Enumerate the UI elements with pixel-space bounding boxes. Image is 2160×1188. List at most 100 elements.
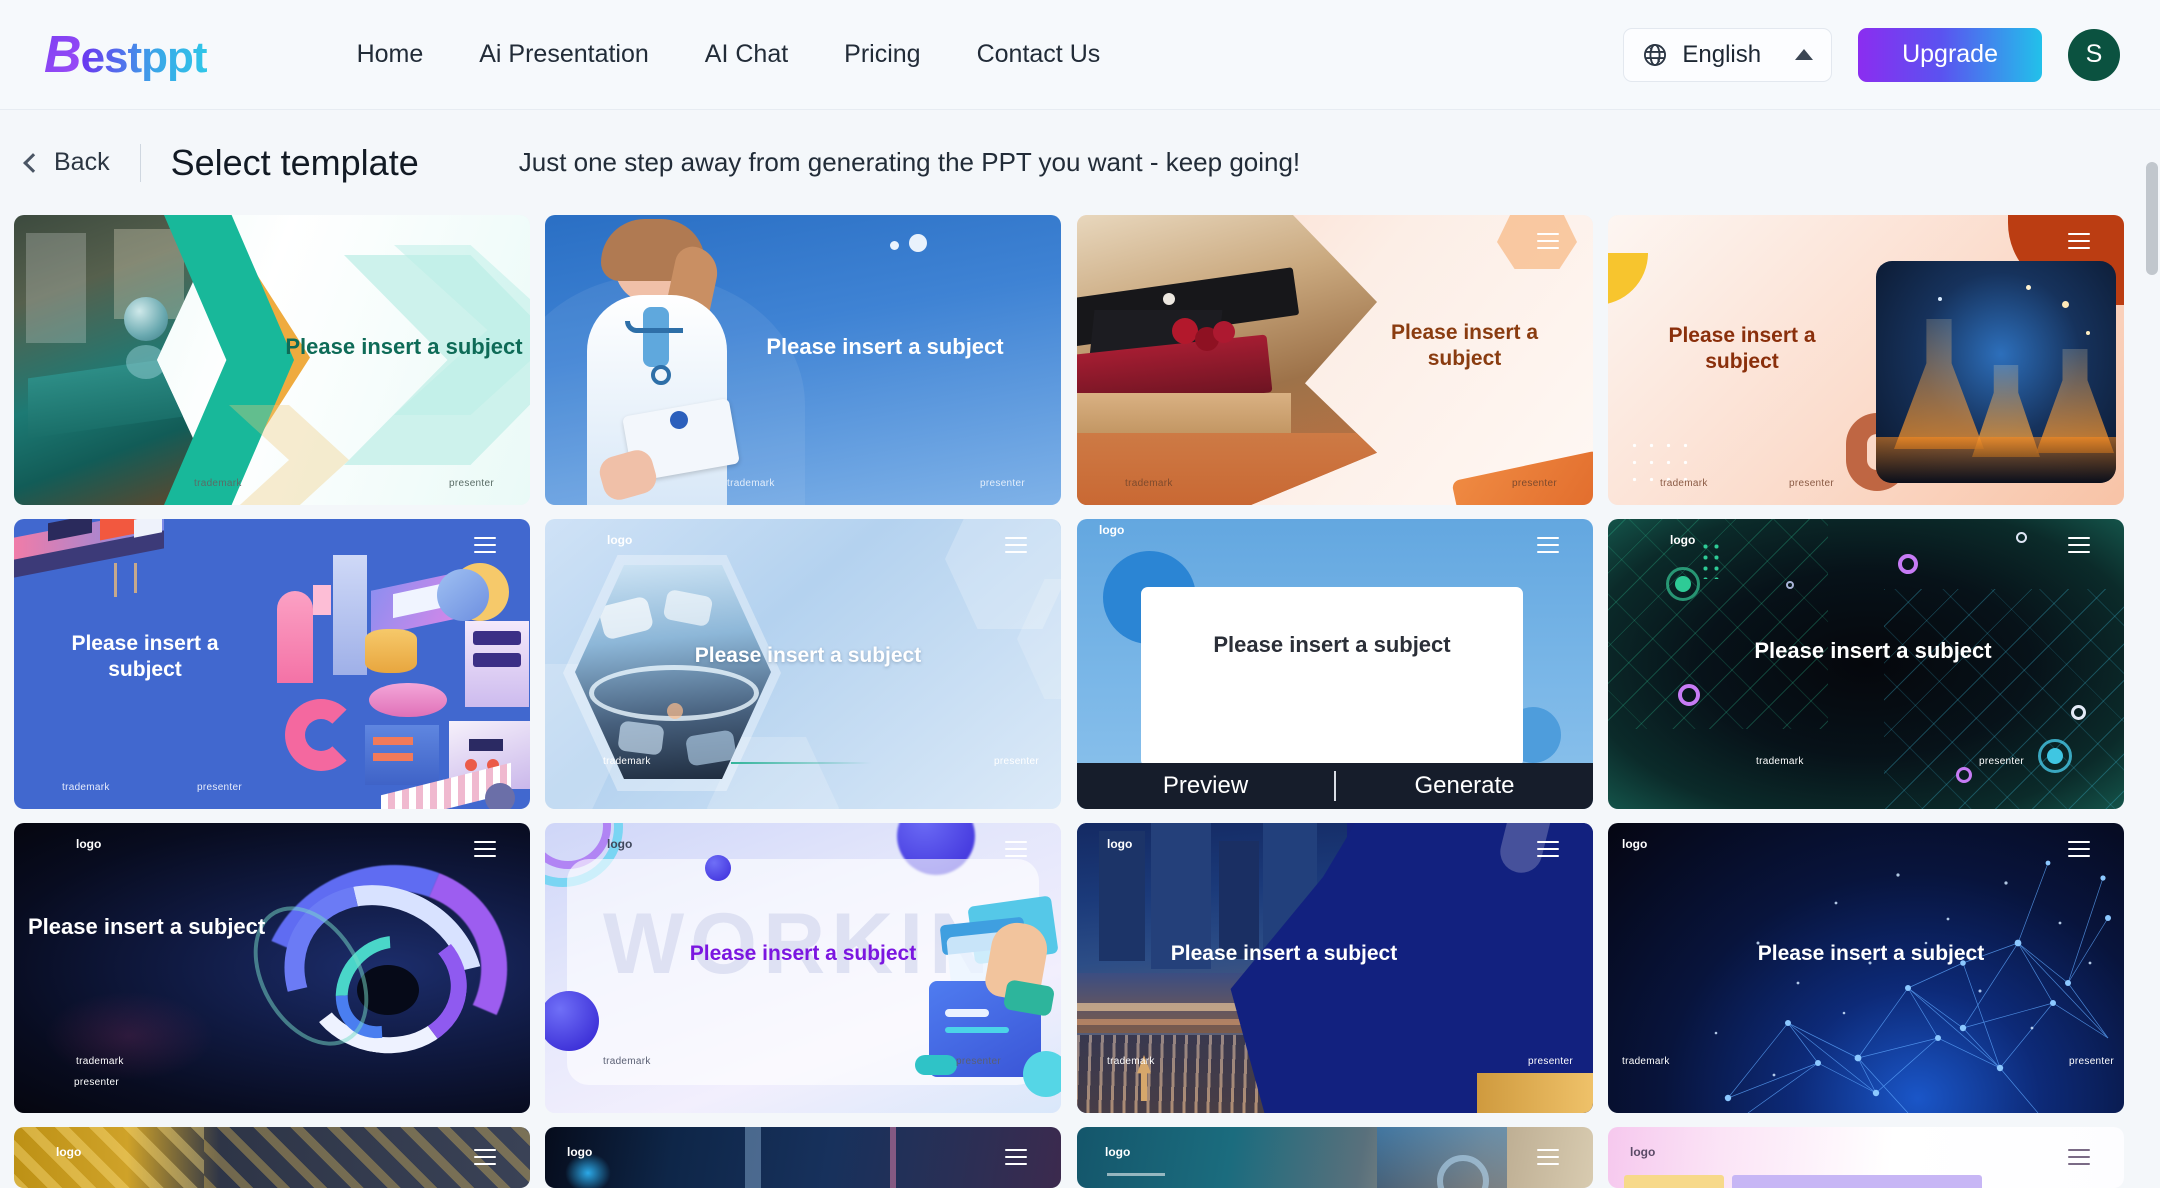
caret-up-icon [1795, 49, 1814, 60]
hamburger-menu-icon[interactable] [474, 537, 496, 558]
template-preview: logo [1608, 1127, 2124, 1188]
template-title: Please insert a subject [694, 644, 922, 667]
nav-link-pricing[interactable]: Pricing [844, 40, 920, 69]
template-card[interactable]: Please insert a subject logo trademark p… [1077, 823, 1593, 1113]
hamburger-menu-icon[interactable] [1005, 537, 1027, 558]
template-title: Please insert a subject [1668, 324, 1816, 374]
decor-node-core-2 [2047, 748, 2063, 764]
template-title: Please insert a subject [1390, 321, 1539, 371]
hamburger-menu-icon[interactable] [2068, 841, 2090, 862]
template-presenter-label: presenter [980, 478, 1025, 489]
upgrade-button[interactable]: Upgrade [1858, 27, 2042, 82]
hamburger-menu-icon[interactable] [1537, 233, 1559, 254]
template-card[interactable]: logo [14, 1127, 530, 1188]
template-card[interactable]: logo [545, 1127, 1061, 1188]
template-title: Please insert a subject [1757, 942, 1985, 965]
template-trademark-label: trademark [727, 478, 775, 489]
template-title: Please insert a subject [766, 334, 1004, 359]
template-logo-label: logo [1107, 837, 1133, 851]
template-preview: Please insert a subject trademark presen… [14, 215, 530, 505]
template-card-hovered[interactable]: Please insert a subject logo trademark p… [1077, 519, 1593, 809]
template-trademark-label: trademark [1107, 1056, 1155, 1067]
template-logo-label: logo [567, 1145, 593, 1159]
template-preview: Please insert a subject logo trademark p… [545, 519, 1061, 809]
vertical-scrollbar-track[interactable] [2144, 110, 2160, 1188]
template-preview: WORKIN Please insert a subject logo trad… [545, 823, 1061, 1113]
template-card[interactable]: Please insert a subject trademark presen… [1608, 215, 2124, 505]
template-logo-label: logo [1630, 1145, 1656, 1159]
back-label: Back [54, 148, 110, 176]
nav-link-ai-presentation[interactable]: Ai Presentation [479, 40, 649, 69]
template-card[interactable]: Please insert a subject trademark presen… [545, 215, 1061, 505]
template-card[interactable]: logo [1077, 1127, 1593, 1188]
hamburger-menu-icon[interactable] [474, 841, 496, 862]
language-selector[interactable]: English [1623, 27, 1833, 82]
template-trademark-label: trademark [76, 1056, 124, 1067]
generate-button[interactable]: Generate [1336, 772, 1593, 800]
decor-chevron-teal [164, 215, 294, 505]
logo-wordmark: estppt [80, 32, 208, 82]
decor-photo-graduation [1077, 215, 1377, 505]
avatar[interactable]: S [2068, 28, 2120, 81]
decor-light-bar-pink [890, 1127, 896, 1188]
decor-network-mesh [1714, 860, 2111, 1113]
template-preview: Please insert a subject trademark presen… [1608, 215, 2124, 505]
template-card[interactable]: Please insert a subject logo trademark p… [1608, 823, 2124, 1113]
brand-logo[interactable]: Bestppt [44, 25, 208, 85]
preview-button[interactable]: Preview [1077, 772, 1334, 800]
decor-dot-small [890, 241, 899, 250]
template-card[interactable]: Please insert a subject logo trademark p… [14, 823, 530, 1113]
template-logo-label: logo [56, 1145, 82, 1159]
decor-photo-flasks [1876, 261, 2116, 483]
hamburger-menu-icon[interactable] [1005, 841, 1027, 862]
decor-underline-white [1107, 1173, 1165, 1176]
template-presenter-label: presenter [1789, 478, 1834, 489]
template-trademark-label: trademark [194, 478, 242, 489]
hamburger-menu-icon[interactable] [1537, 537, 1559, 558]
decor-ring-purple-2 [1678, 684, 1700, 706]
nav-link-home[interactable]: Home [357, 40, 424, 69]
template-preview: logo [14, 1127, 530, 1188]
template-logo-label: logo [607, 533, 633, 547]
template-presenter-label: presenter [197, 782, 242, 793]
nav-link-contact-us[interactable]: Contact Us [977, 40, 1101, 69]
decor-dot-matrix [1700, 541, 1724, 579]
template-card[interactable]: Please insert a subject logo trademark p… [545, 519, 1061, 809]
hamburger-menu-icon[interactable] [1537, 841, 1559, 862]
template-logo-label: logo [1105, 1145, 1131, 1159]
decor-bar-purple [1732, 1175, 1982, 1188]
nav-link-ai-chat[interactable]: AI Chat [705, 40, 788, 69]
template-presenter-label: presenter [1979, 756, 2024, 767]
decor-swirl [226, 828, 530, 1113]
hamburger-menu-icon[interactable] [1005, 1149, 1027, 1170]
template-card[interactable]: WORKIN Please insert a subject logo trad… [545, 823, 1061, 1113]
template-card[interactable]: Please insert a subject trademark presen… [14, 215, 530, 505]
chevron-left-icon [23, 152, 43, 173]
globe-icon [1642, 42, 1668, 68]
template-card[interactable]: logo [1608, 1127, 2124, 1188]
template-preview: Please insert a subject trademark presen… [1077, 215, 1593, 505]
decor-sphere-small [705, 855, 731, 881]
template-card[interactable]: Please insert a subject logo trademark p… [1608, 519, 2124, 809]
template-title: Please insert a subject [71, 632, 219, 682]
hamburger-menu-icon[interactable] [2068, 233, 2090, 254]
back-button[interactable]: Back [23, 148, 110, 177]
hamburger-menu-icon[interactable] [2068, 1149, 2090, 1170]
template-presenter-label: presenter [2069, 1056, 2114, 1067]
decor-ring-purple-3 [1956, 767, 1972, 783]
vertical-scrollbar-thumb[interactable] [2146, 162, 2158, 275]
decor-gold-corner [1477, 1073, 1593, 1113]
decor-circuit-right [1884, 589, 2124, 809]
template-trademark-label: trademark [1660, 478, 1708, 489]
template-title: Please insert a subject [1213, 632, 1451, 657]
template-card[interactable]: Please insert a subject trademark presen… [14, 519, 530, 809]
hamburger-menu-icon[interactable] [1537, 1149, 1559, 1170]
hamburger-menu-icon[interactable] [2068, 537, 2090, 558]
decor-dot-large [909, 234, 927, 252]
page-title: Select template [170, 141, 419, 183]
hamburger-menu-icon[interactable] [474, 1149, 496, 1170]
template-card[interactable]: Please insert a subject trademark presen… [1077, 215, 1593, 505]
template-presenter-label: presenter [1512, 478, 1557, 489]
nav-right-group: English Upgrade S [1623, 27, 2120, 82]
template-title: Please insert a subject [1754, 638, 1992, 663]
